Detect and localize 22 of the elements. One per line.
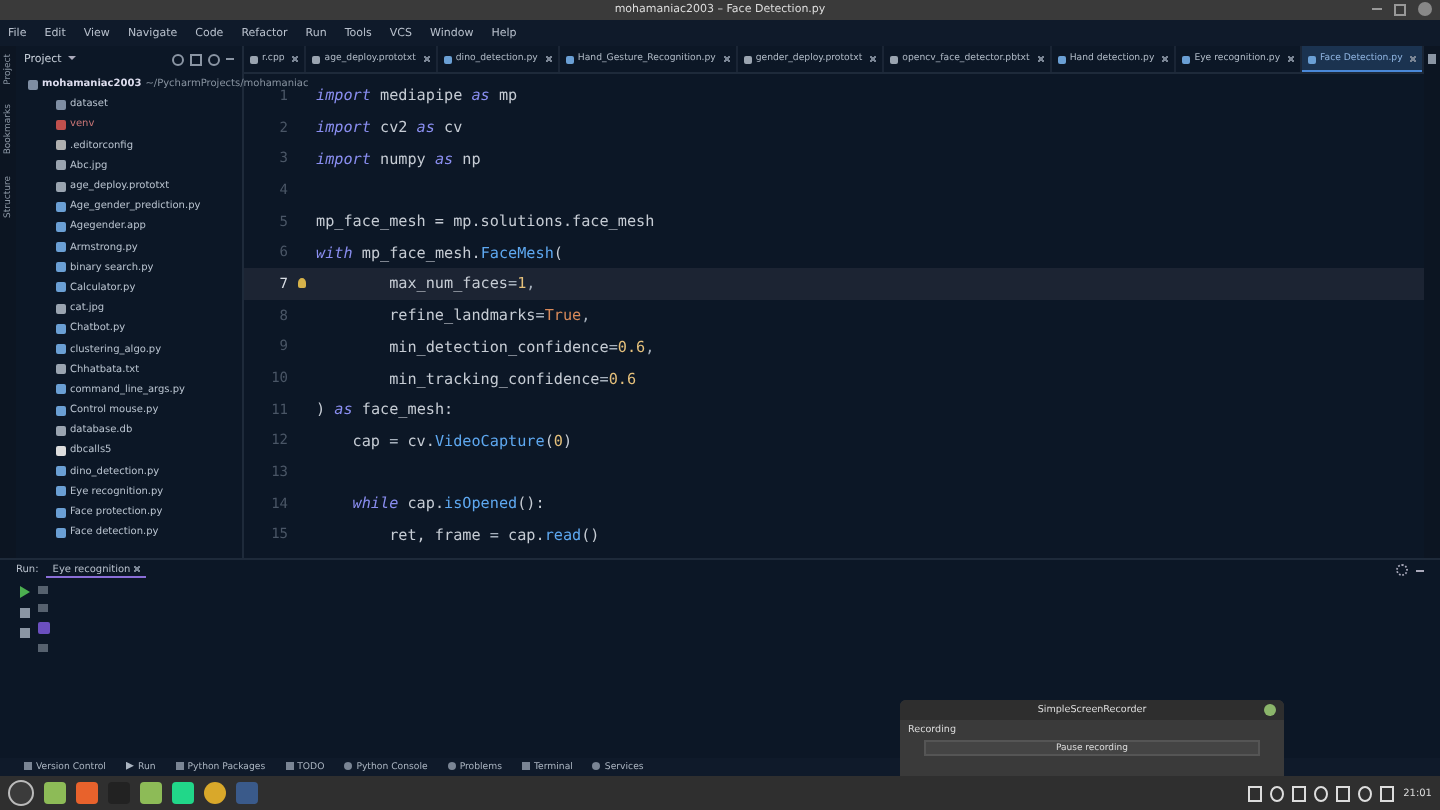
taskbar-app-icon[interactable] — [44, 782, 66, 804]
lightbulb-icon[interactable] — [298, 278, 306, 289]
close-icon[interactable] — [423, 56, 430, 62]
maximize-icon[interactable] — [1394, 3, 1406, 15]
close-icon[interactable] — [1418, 2, 1432, 16]
close-icon[interactable] — [870, 56, 877, 62]
close-icon[interactable] — [1264, 704, 1276, 716]
close-icon[interactable] — [134, 565, 141, 571]
taskbar-app-icon[interactable] — [8, 780, 34, 806]
close-icon[interactable] — [292, 56, 299, 62]
close-icon[interactable] — [1162, 56, 1169, 62]
taskbar-app-icon[interactable] — [140, 782, 162, 804]
close-icon[interactable] — [723, 56, 730, 62]
close-icon[interactable] — [1410, 56, 1417, 62]
close-icon[interactable] — [1288, 56, 1295, 62]
close-icon[interactable] — [545, 56, 552, 62]
battery-icon[interactable] — [1379, 785, 1394, 801]
caret-icon — [67, 55, 76, 60]
taskbar-app-icon[interactable] — [172, 782, 194, 804]
folder-icon — [28, 79, 38, 90]
taskbar-app-icon[interactable] — [204, 782, 226, 804]
close-icon[interactable] — [1037, 56, 1044, 62]
